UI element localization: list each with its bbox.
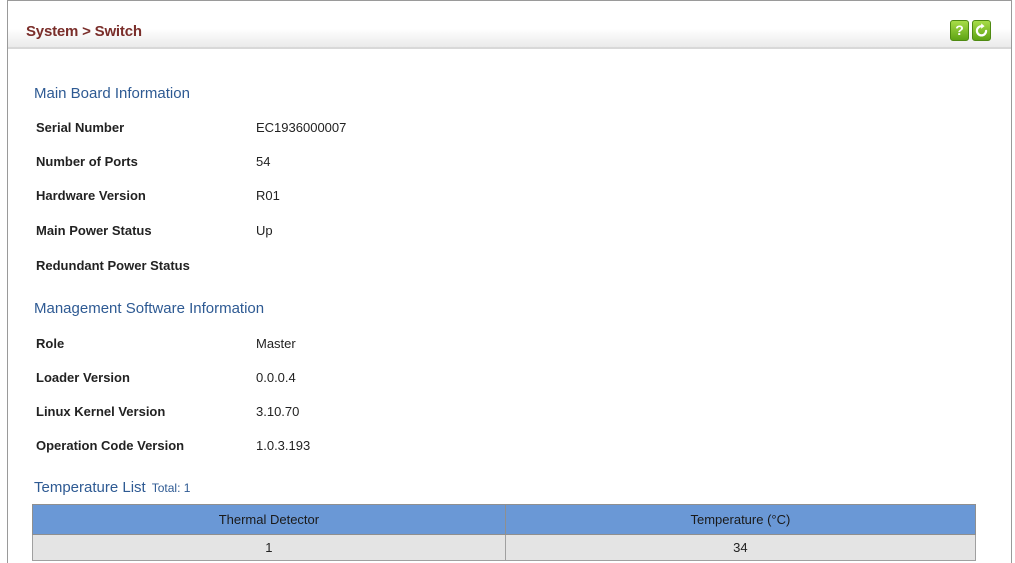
software-section-title: Management Software Information bbox=[34, 300, 265, 317]
number-of-ports-label: Number of Ports bbox=[36, 154, 138, 169]
operation-code-version-value: 1.0.3.193 bbox=[256, 438, 311, 453]
serial-number-value: EC1936000007 bbox=[256, 120, 347, 135]
linux-kernel-version-label: Linux Kernel Version bbox=[36, 404, 166, 419]
linux-kernel-version-value: 3.10.70 bbox=[256, 404, 300, 419]
help-icon: ? bbox=[955, 22, 964, 38]
role-label: Role bbox=[36, 336, 65, 351]
temperature-list-title: Temperature List bbox=[34, 479, 146, 496]
loader-version-label: Loader Version bbox=[36, 370, 130, 385]
role-value: Master bbox=[256, 336, 296, 351]
temperature-cell: 34 bbox=[504, 534, 977, 561]
help-button[interactable]: ? bbox=[950, 20, 969, 41]
number-of-ports-value: 54 bbox=[256, 154, 271, 169]
main-power-status-label: Main Power Status bbox=[36, 223, 152, 238]
serial-number-label: Serial Number bbox=[36, 120, 125, 135]
thermal-detector-column-header[interactable]: Thermal Detector bbox=[32, 504, 506, 535]
temperature-table: Thermal Detector Temperature (°C) 1 34 bbox=[32, 504, 977, 561]
hardware-version-value: R01 bbox=[256, 188, 280, 203]
redundant-power-status-label: Redundant Power Status bbox=[36, 258, 190, 273]
page-frame: System > Switch ? Main Board Information… bbox=[7, 0, 1012, 563]
refresh-icon bbox=[975, 23, 988, 37]
main-power-status-value: Up bbox=[256, 223, 273, 238]
temperature-section-title: Temperature List Total: 1 bbox=[34, 479, 190, 496]
refresh-button[interactable] bbox=[972, 20, 991, 41]
temperature-column-header[interactable]: Temperature (°C) bbox=[504, 504, 977, 535]
hardware-version-label: Hardware Version bbox=[36, 188, 146, 203]
page-title: System > Switch bbox=[26, 23, 142, 40]
loader-version-value: 0.0.0.4 bbox=[256, 370, 296, 385]
operation-code-version-label: Operation Code Version bbox=[36, 438, 185, 453]
main-board-section-title: Main Board Information bbox=[34, 85, 190, 102]
page-header: System > Switch ? bbox=[8, 1, 1011, 49]
temperature-total-count: Total: 1 bbox=[151, 481, 191, 495]
table-row: 1 34 bbox=[32, 534, 977, 561]
thermal-detector-cell: 1 bbox=[32, 534, 506, 561]
table-header-row: Thermal Detector Temperature (°C) bbox=[32, 504, 977, 535]
